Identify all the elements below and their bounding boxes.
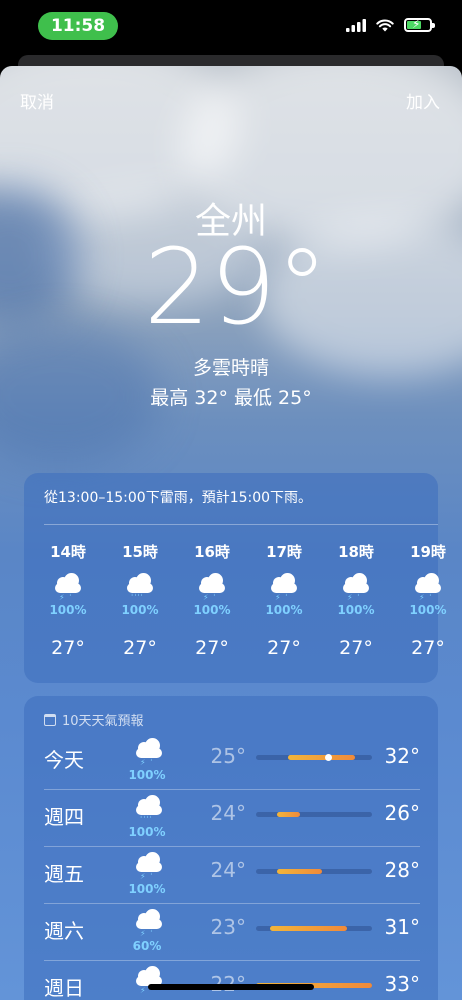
precipitation-chance: 100%	[49, 603, 87, 617]
wifi-icon	[376, 19, 394, 31]
thunderstorm-icon: ⚡ ˈ	[413, 573, 443, 602]
cancel-button[interactable]: 取消	[20, 88, 54, 113]
cellular-signal-icon	[346, 18, 366, 32]
thunderstorm-icon: ⚡ ˈ	[269, 573, 299, 602]
hour-time: 19時	[410, 543, 446, 561]
divider	[44, 789, 420, 790]
ten-day-forecast-card[interactable]: 10天天氣預報 今天 ⚡ ˈ 100% 25° 32° 週四 ˈˈˈˈ 100%…	[24, 696, 438, 1000]
precipitation-chance: 100%	[265, 603, 303, 617]
divider	[44, 960, 420, 961]
day-row[interactable]: 週五 ⚡ ˈ 100% 24° 28°	[24, 846, 438, 903]
low-temperature: 23°	[210, 915, 246, 939]
high-temperature: 26°	[384, 801, 420, 825]
hour-time: 16時	[194, 543, 230, 561]
divider	[44, 524, 438, 525]
precipitation-chance: 100%	[128, 825, 166, 839]
thunderstorm-icon: ⚡ ˈ	[53, 573, 83, 602]
hour-temperature: 27°	[411, 637, 445, 659]
day-row[interactable]: 週六 ⚡ ˈ 60% 23° 31°	[24, 903, 438, 960]
precipitation-chance: 60%	[132, 939, 162, 953]
battery-icon: ⚡	[404, 17, 435, 32]
temperature-range-fill	[277, 812, 300, 817]
divider	[44, 903, 420, 904]
high-temperature: 33°	[384, 972, 420, 996]
temperature-range-bar	[256, 926, 372, 931]
current-temperature-marker	[325, 754, 332, 761]
low-temperature: 24°	[210, 801, 246, 825]
day-name: 今天	[44, 748, 84, 772]
day-name: 週五	[44, 862, 84, 886]
hour-item: 15時 ˈˈˈˈ 100% 27°	[104, 541, 176, 659]
rain-icon: ˈˈˈˈ	[134, 795, 164, 824]
hour-temperature: 27°	[51, 637, 85, 659]
precipitation-chance: 100%	[128, 768, 166, 782]
high-temperature: 31°	[384, 915, 420, 939]
high-low-temperature: 最高 32° 最低 25°	[150, 387, 312, 409]
precipitation-chance: 100%	[337, 603, 375, 617]
hour-temperature: 27°	[123, 637, 157, 659]
thunderstorm-icon: ⚡ ˈ	[197, 573, 227, 602]
hour-time: 14時	[50, 543, 86, 561]
day-name: 週四	[44, 805, 84, 829]
hour-time: 15時	[122, 543, 158, 561]
thunderstorm-icon: ⚡ ˈ	[134, 909, 164, 938]
temperature-range-bar	[256, 812, 372, 817]
temperature-range-bar	[256, 754, 372, 761]
status-time[interactable]: 11:58	[38, 12, 118, 40]
hourly-list[interactable]: 14時 ⚡ ˈ 100% 27° 15時 ˈˈˈˈ 100% 27° 16時 ⚡…	[32, 541, 462, 659]
add-button[interactable]: 加入	[406, 88, 440, 113]
hour-item: 18時 ⚡ ˈ 100% 27°	[320, 541, 392, 659]
rain-icon: ˈˈˈˈ	[125, 573, 155, 602]
current-condition: 多雲時晴	[192, 357, 269, 379]
hour-time: 17時	[266, 543, 302, 561]
home-indicator[interactable]	[148, 984, 314, 990]
day-row[interactable]: 週日 ⚡ ˈ 22° 33°	[24, 960, 438, 1000]
divider	[44, 846, 420, 847]
precipitation-chance: 100%	[121, 603, 159, 617]
status-bar: 11:58 ⚡	[0, 0, 462, 56]
day-row[interactable]: 週四 ˈˈˈˈ 100% 24° 26°	[24, 789, 438, 846]
hour-item: 19時 ⚡ ˈ 100% 27°	[392, 541, 462, 659]
charging-bolt-icon: ⚡	[412, 17, 421, 31]
hour-item: 16時 ⚡ ˈ 100% 27°	[176, 541, 248, 659]
thunderstorm-icon: ⚡ ˈ	[134, 738, 164, 767]
low-temperature: 25°	[210, 744, 246, 768]
temperature-range-fill	[277, 869, 322, 874]
precipitation-chance: 100%	[128, 882, 166, 896]
ten-day-title: 10天天氣預報	[62, 714, 144, 729]
hour-temperature: 27°	[267, 637, 301, 659]
high-temperature: 32°	[384, 744, 420, 768]
hourly-forecast-card[interactable]: 從13:00–15:00下雷雨，預計15:00下雨。 14時 ⚡ ˈ 100% …	[24, 473, 447, 683]
calendar-icon	[44, 713, 56, 726]
status-icons: ⚡	[346, 17, 435, 32]
hour-item: 17時 ⚡ ˈ 100% 27°	[248, 541, 320, 659]
day-name: 週日	[44, 976, 84, 1000]
temperature-range-fill	[270, 926, 347, 931]
day-name: 週六	[44, 919, 84, 943]
hour-temperature: 27°	[195, 637, 229, 659]
temperature-range-bar	[256, 869, 372, 874]
hour-time: 18時	[338, 543, 374, 561]
high-temperature: 28°	[384, 858, 420, 882]
current-temperature: 29°	[143, 226, 329, 348]
thunderstorm-icon: ⚡ ˈ	[341, 573, 371, 602]
precipitation-chance: 100%	[193, 603, 231, 617]
ten-day-header: 10天天氣預報	[44, 710, 144, 729]
day-row[interactable]: 今天 ⚡ ˈ 100% 25° 32°	[24, 732, 438, 789]
temperature-range-fill	[288, 755, 355, 760]
precipitation-chance: 100%	[409, 603, 447, 617]
low-temperature: 24°	[210, 858, 246, 882]
forecast-summary: 從13:00–15:00下雷雨，預計15:00下雨。	[44, 490, 313, 506]
weather-sheet: 取消 加入 全州 29° 多雲時晴 最高 32° 最低 25° 從13:00–1…	[0, 66, 462, 1000]
thunderstorm-icon: ⚡ ˈ	[134, 852, 164, 881]
hour-temperature: 27°	[339, 637, 373, 659]
hour-item: 14時 ⚡ ˈ 100% 27°	[32, 541, 104, 659]
